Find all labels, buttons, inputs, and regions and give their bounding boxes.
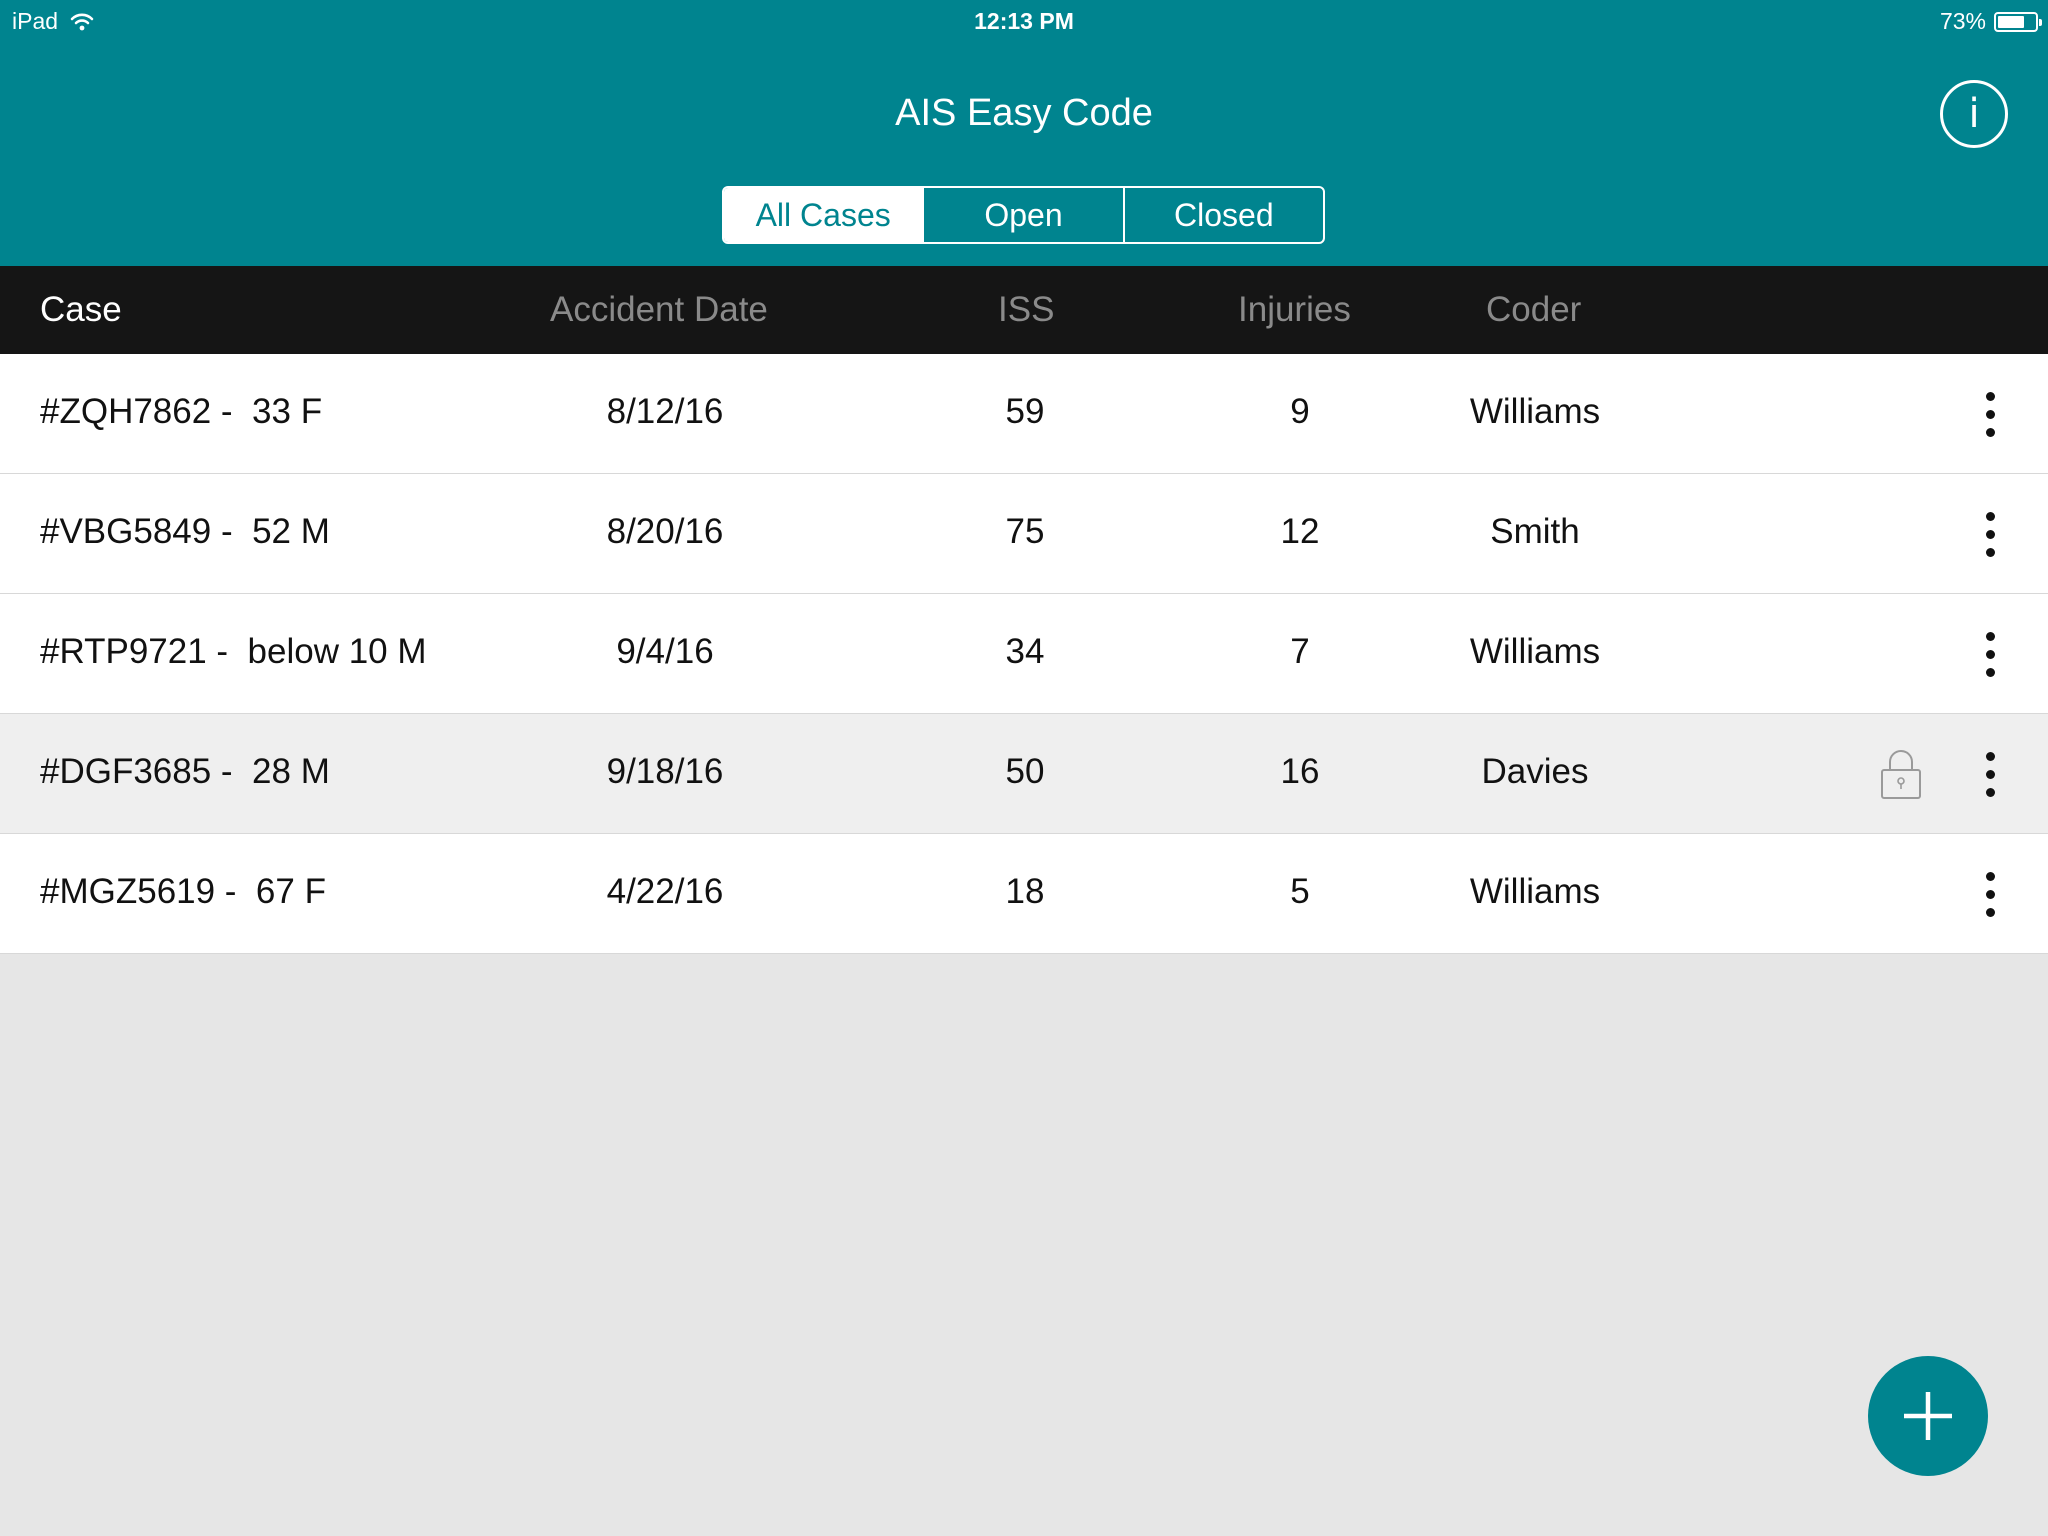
- accident-date: 9/18/16: [606, 752, 724, 791]
- status-bar: iPad 12:13 PM 73%: [0, 0, 2048, 42]
- table-row[interactable]: #MGZ5619 - 67 F 4/22/16 18 5 Williams: [0, 834, 2048, 954]
- more-options-button[interactable]: [1970, 504, 2010, 564]
- lock-icon: [1881, 750, 1921, 799]
- app-title: AIS Easy Code: [895, 92, 1153, 134]
- more-options-button[interactable]: [1970, 384, 2010, 444]
- case-list: #ZQH7862 - 33 F 8/12/16 59 9 Williams #V…: [0, 354, 2048, 954]
- case-id: #VBG5849 - 52 M: [40, 512, 330, 551]
- column-header-iss[interactable]: ISS: [998, 290, 1054, 330]
- tab-all-cases[interactable]: All Cases: [724, 188, 923, 242]
- injury-count: 7: [1290, 632, 1310, 671]
- table-row[interactable]: #RTP9721 - below 10 M 9/4/16 34 7 Willia…: [0, 594, 2048, 714]
- table-header: Case Accident Date ISS Injuries Coder: [0, 266, 2048, 354]
- case-id: #DGF3685 - 28 M: [40, 752, 330, 791]
- iss-score: 50: [1005, 752, 1045, 791]
- coder-name: Williams: [1469, 872, 1601, 911]
- tab-closed[interactable]: Closed: [1122, 188, 1323, 242]
- info-icon: i: [1968, 91, 1980, 137]
- iss-score: 59: [1005, 392, 1045, 431]
- column-header-injuries[interactable]: Injuries: [1238, 290, 1351, 330]
- iss-score: 75: [1005, 512, 1045, 551]
- more-options-button[interactable]: [1970, 624, 2010, 684]
- info-button[interactable]: i: [1940, 80, 2008, 148]
- table-row[interactable]: #ZQH7862 - 33 F 8/12/16 59 9 Williams: [0, 354, 2048, 474]
- iss-score: 34: [1005, 632, 1045, 671]
- plus-icon: [1904, 1392, 1952, 1440]
- case-id: #RTP9721 - below 10 M: [40, 632, 427, 671]
- accident-date: 8/12/16: [606, 392, 724, 431]
- more-options-button[interactable]: [1970, 744, 2010, 804]
- status-battery: 73%: [1939, 8, 2042, 35]
- coder-name: Williams: [1469, 392, 1601, 431]
- case-filter-tabs: All Cases Open Closed: [722, 186, 1325, 244]
- column-header-case[interactable]: Case: [40, 290, 122, 330]
- injury-count: 16: [1280, 752, 1320, 791]
- coder-name: Davies: [1481, 752, 1589, 791]
- column-header-coder[interactable]: Coder: [1486, 290, 1581, 330]
- more-options-button[interactable]: [1970, 864, 2010, 924]
- table-row[interactable]: #VBG5849 - 52 M 8/20/16 75 12 Smith: [0, 474, 2048, 594]
- status-time: 12:13 PM: [974, 8, 1074, 34]
- coder-name: Smith: [1490, 512, 1580, 551]
- injury-count: 12: [1280, 512, 1320, 551]
- injury-count: 9: [1290, 392, 1310, 431]
- battery-percent: 73%: [1939, 8, 1986, 34]
- accident-date: 8/20/16: [606, 512, 724, 551]
- case-id: #ZQH7862 - 33 F: [40, 392, 323, 431]
- battery-fill: [1998, 15, 2025, 28]
- app: iPad 12:13 PM 73% AIS Easy Code i All Ca…: [0, 0, 2048, 1536]
- iss-score: 18: [1005, 872, 1045, 911]
- coder-name: Williams: [1469, 632, 1601, 671]
- add-case-button[interactable]: [1868, 1356, 1988, 1476]
- accident-date: 9/4/16: [616, 632, 714, 671]
- column-header-accident-date[interactable]: Accident Date: [550, 290, 768, 330]
- app-header: iPad 12:13 PM 73% AIS Easy Code i All Ca…: [0, 0, 2048, 266]
- battery-icon: [1994, 11, 2042, 32]
- tab-open[interactable]: Open: [922, 188, 1122, 242]
- accident-date: 4/22/16: [606, 872, 724, 911]
- injury-count: 5: [1290, 872, 1310, 911]
- table-row[interactable]: #DGF3685 - 28 M 9/18/16 50 16 Davies: [0, 714, 2048, 834]
- case-id: #MGZ5619 - 67 F: [40, 872, 326, 911]
